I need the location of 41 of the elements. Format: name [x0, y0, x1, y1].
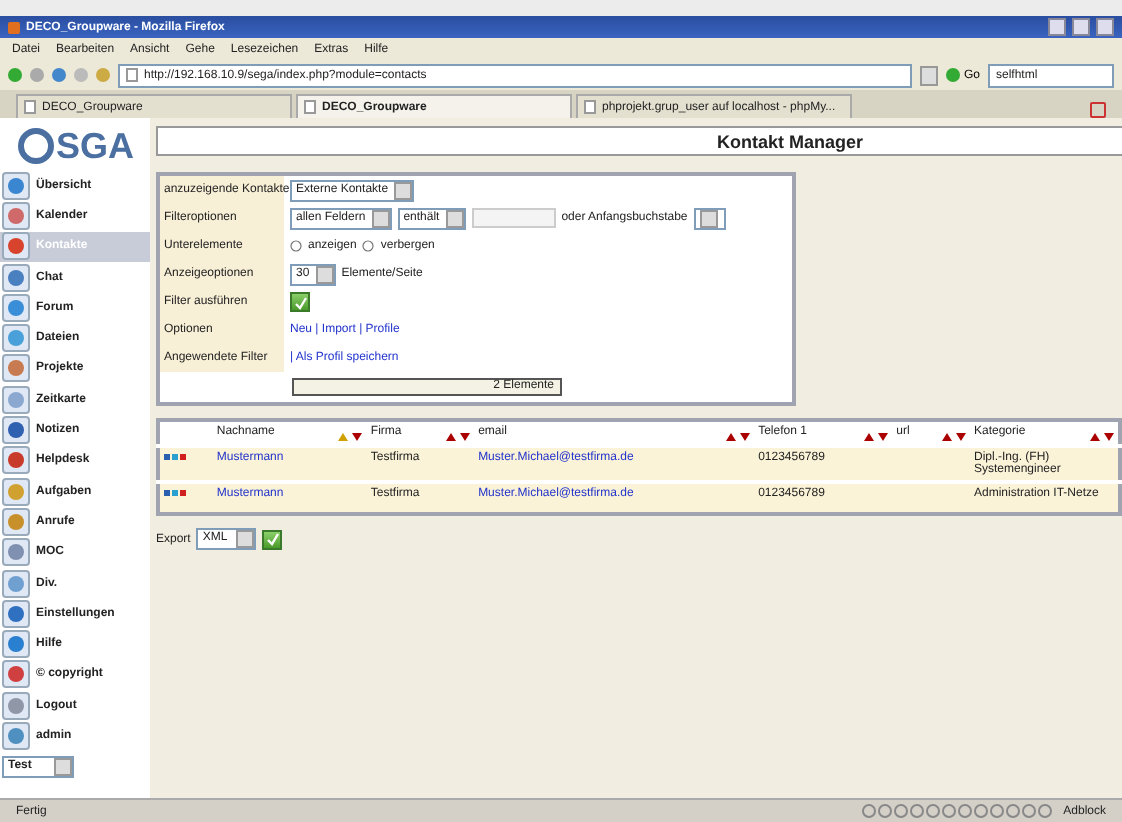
page-icon — [126, 68, 138, 82]
module-icon — [2, 599, 30, 628]
text-field[interactable] — [471, 208, 556, 228]
module-icon — [2, 446, 30, 475]
module-icon — [2, 691, 30, 720]
sort-down-icon[interactable] — [878, 431, 889, 441]
sort-up-icon[interactable] — [864, 431, 875, 441]
apply-button[interactable] — [290, 292, 310, 312]
module-icon — [2, 660, 30, 689]
letter-select[interactable] — [693, 207, 726, 229]
module-icon — [2, 538, 30, 567]
module-icon — [2, 507, 30, 536]
sort-down-icon[interactable] — [740, 431, 751, 441]
module-icon — [2, 263, 30, 292]
module-icon — [2, 416, 30, 445]
module-icon — [2, 324, 30, 353]
module-icon — [2, 630, 30, 659]
radio-button[interactable] — [290, 240, 302, 252]
logo-icon — [18, 128, 54, 164]
module-icon — [2, 477, 30, 506]
module-icon — [2, 354, 30, 383]
sort-up-icon[interactable] — [1090, 431, 1100, 441]
module-icon — [2, 721, 30, 750]
app-icon — [8, 21, 20, 33]
module-icon — [2, 171, 30, 200]
sort-down-icon[interactable] — [956, 431, 966, 441]
sort-up-icon[interactable] — [726, 431, 737, 441]
page-title: Kontakt Manager — [156, 126, 1122, 156]
radio-button[interactable] — [362, 240, 375, 252]
module-icon — [2, 385, 30, 414]
sort-down-icon[interactable] — [352, 431, 363, 441]
sort-down-icon[interactable] — [460, 431, 471, 441]
logo-text: SGA — [56, 125, 135, 167]
module-icon — [2, 293, 30, 322]
export-button[interactable] — [262, 529, 283, 549]
module-icon — [2, 201, 30, 230]
sort-up-icon[interactable] — [942, 431, 952, 441]
sort-up-icon[interactable] — [446, 431, 457, 441]
module-icon — [2, 569, 30, 597]
module-icon — [2, 232, 30, 261]
sort-down-icon[interactable] — [1104, 431, 1114, 441]
